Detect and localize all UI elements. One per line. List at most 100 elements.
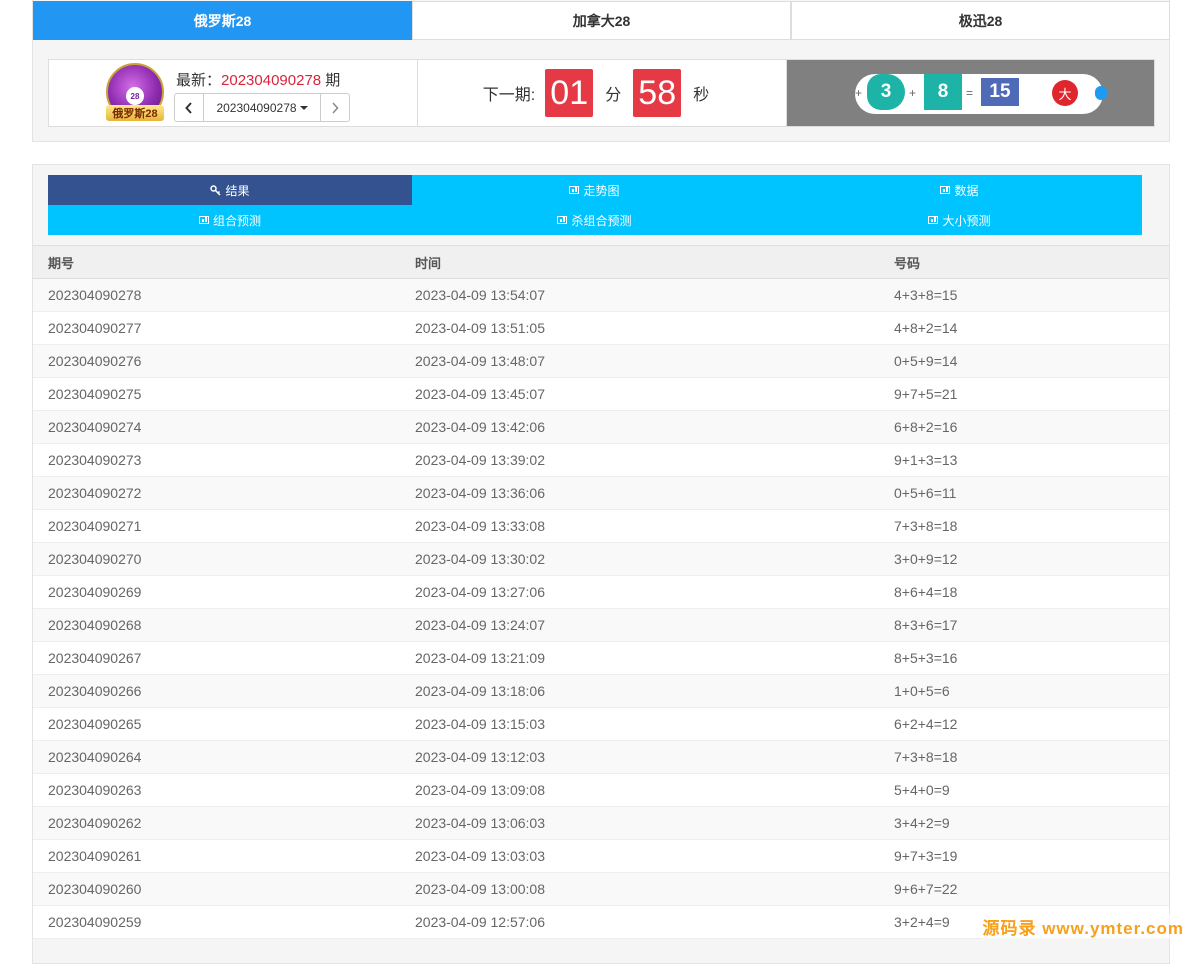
chevron-left-icon xyxy=(185,101,192,114)
cell-time: 2023-04-09 13:51:05 xyxy=(400,311,879,345)
cell-time: 2023-04-09 13:42:06 xyxy=(400,410,879,444)
period-select[interactable]: 202304090278 xyxy=(203,94,321,121)
cell-numbers: 6+2+4=12 xyxy=(879,707,1169,741)
top-panel: 俄罗斯28 加拿大28 极迅28 28 俄罗斯28 最新：20230409027… xyxy=(32,0,1170,142)
chart-icon xyxy=(198,216,209,224)
nav-data[interactable]: 数据 xyxy=(777,175,1142,205)
cell-time: 2023-04-09 13:00:08 xyxy=(400,872,879,906)
results-table: 期号 时间 号码 202304090278 2023-04-09 13:54:07… xyxy=(33,245,1169,939)
cell-time: 2023-04-09 13:33:08 xyxy=(400,509,879,543)
table-row: 202304090277 2023-04-09 13:51:05 4+8+2=14 xyxy=(33,311,1169,345)
table-row: 202304090276 2023-04-09 13:48:07 0+5+9=14 xyxy=(33,344,1169,378)
latest-suffix: 期 xyxy=(325,72,341,89)
next-period-button[interactable] xyxy=(321,94,349,121)
cell-numbers: 5+4+0=9 xyxy=(879,773,1169,807)
table-row: 202304090265 2023-04-09 13:15:03 6+2+4=12 xyxy=(33,707,1169,741)
cell-period: 202304090260 xyxy=(33,872,400,906)
countdown-seconds: 58 xyxy=(633,69,682,117)
table-row: 202304090267 2023-04-09 13:21:09 8+5+3=16 xyxy=(33,641,1169,675)
table-row: 202304090263 2023-04-09 13:09:08 5+4+0=9 xyxy=(33,773,1169,807)
cell-period: 202304090262 xyxy=(33,806,400,840)
nav-combo-label: 组合预测 xyxy=(212,213,261,228)
table-row: 202304090273 2023-04-09 13:39:02 9+1+3=13 xyxy=(33,443,1169,477)
chevron-right-icon xyxy=(332,101,339,114)
tab-canada-28[interactable]: 加拿大28 xyxy=(412,1,791,40)
cell-numbers: 4+3+8=15 xyxy=(879,278,1169,312)
cell-time: 2023-04-09 13:09:08 xyxy=(400,773,879,807)
next-period-label: 下一期: xyxy=(482,87,536,104)
nav-combo-prediction[interactable]: 组合预测 xyxy=(48,205,412,235)
size-tag: 大 xyxy=(1052,80,1078,106)
nav-size-prediction[interactable]: 大小预测 xyxy=(777,205,1142,235)
logo-ball: 28 xyxy=(126,87,144,105)
cell-numbers: 9+1+3=13 xyxy=(879,443,1169,477)
cell-period: 202304090271 xyxy=(33,509,400,543)
nav-data-label: 数据 xyxy=(954,183,979,198)
cell-time: 2023-04-09 13:15:03 xyxy=(400,707,879,741)
plus-sign: + xyxy=(909,86,917,100)
period-nav: 202304090278 xyxy=(174,93,350,122)
cell-numbers: 9+7+5=21 xyxy=(879,377,1169,411)
table-row: 202304090268 2023-04-09 13:24:07 8+3+6=17 xyxy=(33,608,1169,642)
table-row: 202304090262 2023-04-09 13:06:03 3+4+2=9 xyxy=(33,806,1169,840)
cell-period: 202304090267 xyxy=(33,641,400,675)
cell-time: 2023-04-09 13:12:03 xyxy=(400,740,879,774)
cell-period: 202304090269 xyxy=(33,575,400,609)
table-row: 202304090260 2023-04-09 13:00:08 9+6+7=22 xyxy=(33,872,1169,906)
cell-numbers: 6+8+2=16 xyxy=(879,410,1169,444)
tab-jixun-28[interactable]: 极迅28 xyxy=(791,1,1170,40)
table-row: 202304090266 2023-04-09 13:18:06 1+0+5=6 xyxy=(33,674,1169,708)
prev-period-button[interactable] xyxy=(175,94,203,121)
header-time: 时间 xyxy=(400,245,879,279)
cell-time: 2023-04-09 13:30:02 xyxy=(400,542,879,576)
result-ball: 8 xyxy=(924,74,962,110)
header-numbers: 号码 xyxy=(879,245,1169,279)
cell-numbers: 7+3+8=18 xyxy=(879,740,1169,774)
result-ball: 3 xyxy=(867,74,905,110)
cell-numbers: 1+0+5=6 xyxy=(879,674,1169,708)
cell-numbers: 9+7+3=19 xyxy=(879,839,1169,873)
latest-cell: 28 俄罗斯28 最新：202304090278 期 202304090278 xyxy=(49,60,418,126)
indicator-dot xyxy=(1095,86,1107,100)
chart-icon xyxy=(928,216,939,224)
chart-icon xyxy=(940,186,951,194)
nav-results-label: 结果 xyxy=(225,183,250,198)
cell-numbers: 7+3+8=18 xyxy=(879,509,1169,543)
latest-period: 最新：202304090278 期 xyxy=(176,69,340,90)
nav-trend-chart[interactable]: 走势图 xyxy=(412,175,777,205)
table-row: 202304090278 2023-04-09 13:54:07 4+3+8=15 xyxy=(33,278,1169,312)
function-nav: 结果 走势图 数据 组合预测 杀组合预测 大小预测 xyxy=(48,175,1142,235)
game-logo: 28 俄罗斯28 xyxy=(106,63,164,121)
cell-period: 202304090268 xyxy=(33,608,400,642)
cell-numbers: 8+6+4=18 xyxy=(879,575,1169,609)
result-cell: + 3 + 8 = 15 大 xyxy=(787,60,1154,126)
nav-kill-combo-prediction[interactable]: 杀组合预测 xyxy=(412,205,777,235)
equals-sign: = xyxy=(966,86,974,100)
plus-sign: + xyxy=(855,86,863,100)
table-row: 202304090272 2023-04-09 13:36:06 0+5+6=11 xyxy=(33,476,1169,510)
cell-period: 202304090276 xyxy=(33,344,400,378)
cell-time: 2023-04-09 13:36:06 xyxy=(400,476,879,510)
table-row: 202304090270 2023-04-09 13:30:02 3+0+9=12 xyxy=(33,542,1169,576)
nav-results[interactable]: 结果 xyxy=(48,175,412,205)
table-row: 202304090274 2023-04-09 13:42:06 6+8+2=16 xyxy=(33,410,1169,444)
results-table-body: 202304090278 2023-04-09 13:54:07 4+3+8=15 2… xyxy=(33,278,1169,939)
table-row: 202304090275 2023-04-09 13:45:07 9+7+5=21 xyxy=(33,377,1169,411)
table-row: 202304090261 2023-04-09 13:03:03 9+7+3=19 xyxy=(33,839,1169,873)
table-row: 202304090264 2023-04-09 13:12:03 7+3+8=18 xyxy=(33,740,1169,774)
main-panel: 结果 走势图 数据 组合预测 杀组合预测 大小预测 期号 时间 号码 20230… xyxy=(32,164,1170,964)
cell-period: 202304090264 xyxy=(33,740,400,774)
watermark: 源码录 www.ymter.com xyxy=(982,914,1184,939)
latest-number: 202304090278 xyxy=(221,72,322,89)
nav-kill-combo-label: 杀组合预测 xyxy=(571,213,632,228)
key-icon xyxy=(210,184,222,196)
tab-russia-28[interactable]: 俄罗斯28 xyxy=(33,1,412,40)
cell-period: 202304090266 xyxy=(33,674,400,708)
cell-numbers: 8+5+3=16 xyxy=(879,641,1169,675)
chart-icon xyxy=(569,186,580,194)
cell-time: 2023-04-09 13:24:07 xyxy=(400,608,879,642)
cell-time: 2023-04-09 13:54:07 xyxy=(400,278,879,312)
cell-time: 2023-04-09 13:21:09 xyxy=(400,641,879,675)
cell-time: 2023-04-09 13:03:03 xyxy=(400,839,879,873)
table-header-row: 期号 时间 号码 xyxy=(33,245,1169,279)
